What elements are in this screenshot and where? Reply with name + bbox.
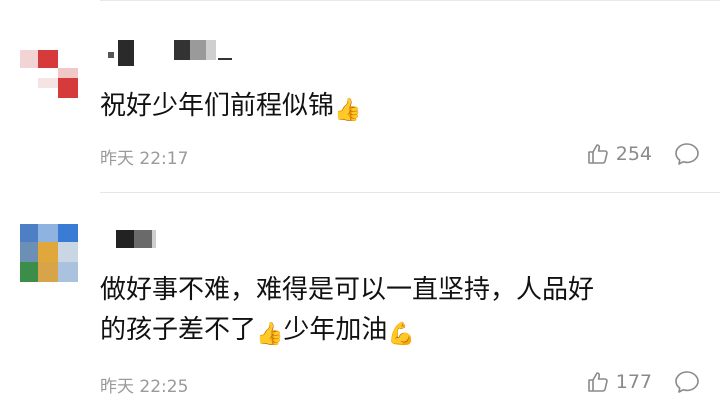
thumbs-up-outline-icon bbox=[587, 144, 608, 164]
comment-item: 祝好少年们前程似锦👍 昨天 22:17 254 bbox=[0, 10, 720, 194]
like-count: 254 bbox=[615, 143, 652, 165]
comment-meta: 昨天 22:25 177 bbox=[100, 370, 700, 397]
like-count: 177 bbox=[615, 371, 652, 393]
comment-meta: 昨天 22:17 254 bbox=[100, 142, 700, 169]
comment-text: 祝好少年们前程似锦👍 bbox=[100, 86, 700, 126]
comment-text-line: 做好事不难，难得是可以一直坚持，人品好 bbox=[100, 275, 595, 305]
thumbs-up-icon: 👍 bbox=[256, 322, 284, 347]
thumbs-up-icon: 👍 bbox=[334, 98, 362, 123]
avatar[interactable] bbox=[20, 40, 78, 98]
comment-icon[interactable] bbox=[674, 370, 700, 394]
top-divider bbox=[100, 0, 720, 1]
comment-divider bbox=[100, 192, 720, 193]
username-blurred[interactable] bbox=[100, 40, 250, 66]
timestamp: 昨天 22:25 bbox=[100, 377, 189, 397]
avatar[interactable] bbox=[20, 224, 78, 282]
like-button[interactable]: 254 bbox=[586, 142, 652, 166]
comment-text: 做好事不难，难得是可以一直坚持，人品好 的孩子差不了👍少年加油💪 bbox=[100, 270, 700, 350]
flexed-biceps-icon: 💪 bbox=[387, 322, 415, 347]
thumbs-up-outline-icon bbox=[587, 372, 608, 392]
comment-item: 做好事不难，难得是可以一直坚持，人品好 的孩子差不了👍少年加油💪 昨天 22:2… bbox=[0, 194, 720, 414]
comment-text-line-2: 的孩子差不了👍少年加油💪 bbox=[100, 315, 415, 347]
comment-icon[interactable] bbox=[674, 142, 700, 166]
timestamp: 昨天 22:17 bbox=[100, 149, 189, 169]
comment-text-line: 祝好少年们前程似锦 bbox=[100, 91, 335, 121]
like-button[interactable]: 177 bbox=[586, 370, 652, 394]
username-blurred[interactable] bbox=[100, 224, 250, 250]
